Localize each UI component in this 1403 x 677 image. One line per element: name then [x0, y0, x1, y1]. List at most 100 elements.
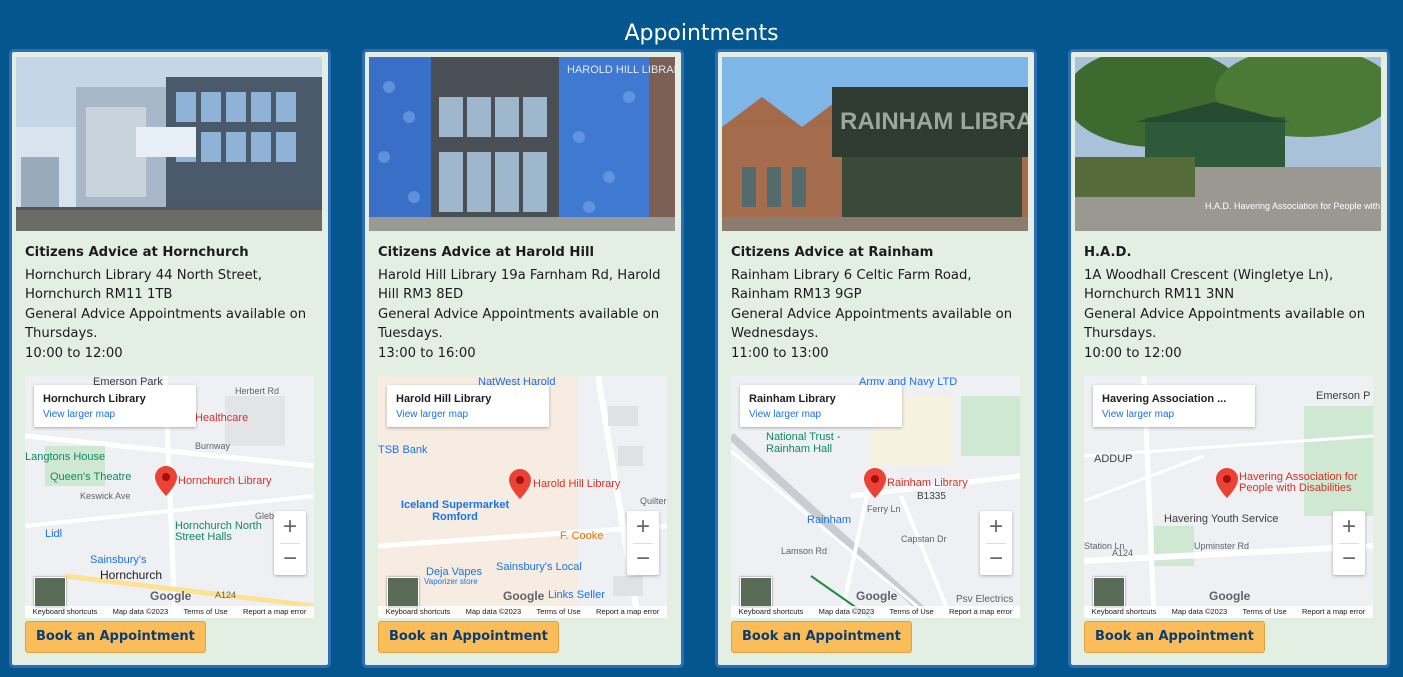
- keyboard-shortcuts-link[interactable]: Keyboard shortcuts: [1092, 606, 1157, 618]
- keyboard-shortcuts-link[interactable]: Keyboard shortcuts: [739, 606, 804, 618]
- map-label: Sainsbury's: [90, 554, 147, 566]
- map-label: Quilter Wy: [640, 496, 667, 506]
- location-card-hornchurch: Citizens Advice at Hornchurch Hornchurch…: [9, 49, 331, 668]
- satellite-toggle[interactable]: [1093, 577, 1125, 609]
- terms-link[interactable]: Terms of Use: [889, 606, 933, 618]
- keyboard-shortcuts-link[interactable]: Keyboard shortcuts: [386, 606, 451, 618]
- terms-link[interactable]: Terms of Use: [183, 606, 227, 618]
- keyboard-shortcuts-link[interactable]: Keyboard shortcuts: [33, 606, 98, 618]
- terms-link[interactable]: Terms of Use: [536, 606, 580, 618]
- photo-caption: RAINHAM LIBRARY: [840, 108, 1028, 135]
- map-data-text: Map data ©2023: [1171, 607, 1228, 616]
- google-logo: Google: [503, 589, 545, 603]
- map-info-box: Havering Association ... View larger map: [1093, 385, 1255, 427]
- map-label: Hornchurch North Street Halls: [175, 520, 262, 543]
- location-card-harold-hill: HAROLD HILL LIBRARY Citizens Advice at H…: [362, 49, 684, 668]
- zoom-out-button[interactable]: −: [627, 543, 659, 575]
- satellite-toggle[interactable]: [34, 577, 66, 609]
- map-label: Lamson Rd: [781, 546, 828, 556]
- report-error-link[interactable]: Report a map error: [1302, 606, 1365, 618]
- map-data-text: Map data ©2023: [465, 607, 522, 616]
- view-larger-map-link[interactable]: View larger map: [43, 409, 115, 420]
- location-photo: RAINHAM LIBRARY: [722, 57, 1028, 231]
- map-place-title: Harold Hill Library: [396, 393, 492, 405]
- view-larger-map-link[interactable]: View larger map: [749, 409, 821, 420]
- location-address: 1A Woodhall Crescent (Wingletye Ln), Hor…: [1084, 267, 1334, 303]
- location-map[interactable]: Emerson Park Herbert Rd Healthcare Burnw…: [25, 376, 314, 618]
- map-place-title: Rainham Library: [749, 393, 836, 405]
- availability-text: General Advice Appointments available on…: [731, 306, 1013, 342]
- availability-text: General Advice Appointments available on…: [1084, 306, 1366, 342]
- satellite-toggle[interactable]: [387, 577, 419, 609]
- satellite-toggle[interactable]: [740, 577, 772, 609]
- map-label: Iceland Supermarket Romford: [400, 499, 510, 523]
- zoom-in-button[interactable]: +: [980, 511, 1012, 543]
- location-address: Hornchurch Library 44 North Street, Horn…: [25, 267, 263, 303]
- location-info: H.A.D. 1A Woodhall Crescent (Wingletye L…: [1084, 243, 1380, 363]
- availability-text: General Advice Appointments available on…: [25, 306, 307, 342]
- zoom-out-button[interactable]: −: [980, 543, 1012, 575]
- location-name: Citizens Advice at Rainham: [731, 245, 934, 260]
- map-place-title: Hornchurch Library: [43, 393, 146, 405]
- report-error-link[interactable]: Report a map error: [596, 606, 659, 618]
- map-label: Burnway: [195, 441, 231, 451]
- map-pin-label: Harold Hill Library: [533, 478, 621, 490]
- report-error-link[interactable]: Report a map error: [949, 606, 1012, 618]
- map-zoom-control: + −: [980, 511, 1012, 575]
- map-info-box: Harold Hill Library View larger map: [387, 385, 549, 427]
- location-card-had: H.A.D. Havering Association for People w…: [1068, 49, 1390, 668]
- map-pin-icon[interactable]: [155, 466, 177, 496]
- report-error-link[interactable]: Report a map error: [243, 606, 306, 618]
- google-logo: Google: [856, 589, 898, 603]
- view-larger-map-link[interactable]: View larger map: [396, 409, 468, 420]
- book-appointment-button[interactable]: Book an Appointment: [25, 621, 206, 653]
- map-label: Queen's Theatre: [50, 471, 132, 483]
- view-larger-map-link[interactable]: View larger map: [1102, 409, 1174, 420]
- zoom-out-button[interactable]: −: [1333, 543, 1365, 575]
- map-place-title: Havering Association ...: [1102, 393, 1227, 405]
- map-label: ADDUP: [1094, 453, 1133, 465]
- map-label: Havering Youth Service: [1164, 513, 1279, 525]
- zoom-in-button[interactable]: +: [627, 511, 659, 543]
- map-info-box: Hornchurch Library View larger map: [34, 385, 196, 427]
- map-footer: Keyboard shortcuts Map data ©2023 Terms …: [378, 606, 667, 618]
- map-label: Langtons House: [25, 451, 106, 463]
- map-footer: Keyboard shortcuts Map data ©2023 Terms …: [1084, 606, 1373, 618]
- location-info: Citizens Advice at Rainham Rainham Libra…: [731, 243, 1027, 363]
- map-label: National Trust - Rainham Hall: [766, 431, 841, 455]
- map-label: Hornchurch: [100, 568, 163, 582]
- location-map[interactable]: NatWest Harold TSB Bank Iceland Supermar…: [378, 376, 667, 618]
- map-label: Emerson P: [1316, 390, 1371, 402]
- photo-caption: H.A.D. Havering Association for People w…: [1205, 201, 1381, 211]
- location-name: Citizens Advice at Harold Hill: [378, 245, 595, 260]
- map-footer: Keyboard shortcuts Map data ©2023 Terms …: [25, 606, 314, 618]
- map-label: Keswick Ave: [80, 491, 131, 501]
- location-photo: H.A.D. Havering Association for People w…: [1075, 57, 1381, 231]
- book-appointment-button[interactable]: Book an Appointment: [378, 621, 559, 653]
- map-label: Vaporizer store: [424, 577, 478, 586]
- page-title: Appointments: [624, 20, 779, 46]
- location-map[interactable]: Army and Navy LTD National Trust - Rainh…: [731, 376, 1020, 618]
- location-address: Rainham Library 6 Celtic Farm Road, Rain…: [731, 267, 972, 303]
- map-label: Sainsbury's Local: [496, 561, 582, 573]
- zoom-in-button[interactable]: +: [274, 511, 306, 543]
- appointment-time: 13:00 to 16:00: [378, 345, 476, 361]
- location-info: Citizens Advice at Harold Hill Harold Hi…: [378, 243, 674, 363]
- zoom-out-button[interactable]: −: [274, 543, 306, 575]
- map-label: Psv Electrics: [956, 594, 1014, 605]
- map-label: F. Cooke: [560, 530, 604, 542]
- map-label: Links Seller: [548, 589, 605, 601]
- zoom-in-button[interactable]: +: [1333, 511, 1365, 543]
- map-pin-icon[interactable]: [1216, 468, 1238, 498]
- location-card-rainham: RAINHAM LIBRARY Citizens Advice at Rainh…: [715, 49, 1037, 668]
- book-appointment-button[interactable]: Book an Appointment: [731, 621, 912, 653]
- appointment-time: 10:00 to 12:00: [1084, 345, 1182, 361]
- location-map[interactable]: Emerson P ADDUP Havering Youth Service A…: [1084, 376, 1373, 618]
- map-pin-icon[interactable]: [864, 468, 886, 498]
- map-label: Lidl: [45, 528, 63, 540]
- terms-link[interactable]: Terms of Use: [1242, 606, 1286, 618]
- map-pin-label: Rainham Library: [887, 477, 968, 489]
- map-pin-icon[interactable]: [509, 469, 531, 499]
- book-appointment-button[interactable]: Book an Appointment: [1084, 621, 1265, 653]
- google-logo: Google: [150, 589, 192, 603]
